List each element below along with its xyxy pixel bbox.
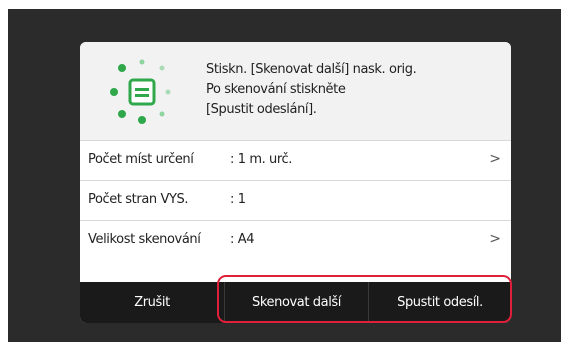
setting-label: Počet stran VYS. xyxy=(88,192,189,207)
chevron-right-icon: > xyxy=(489,151,501,167)
message-panel: Stiskn. [Skenovat další] nask. orig. Po … xyxy=(80,42,511,140)
instruction-line-2: Po skenování stiskněte xyxy=(206,82,346,97)
setting-row-scan-size[interactable]: Velikost skenování : A4 > xyxy=(80,220,511,260)
setting-value: : 1 xyxy=(230,192,246,207)
setting-value: : 1 m. urč. xyxy=(230,152,293,167)
chevron-right-icon: > xyxy=(489,231,501,247)
highlight-outline xyxy=(217,275,512,323)
setting-label: Velikost skenování xyxy=(88,232,201,247)
setting-row-destinations[interactable]: Počet míst určení : 1 m. urč. > xyxy=(80,140,511,180)
setting-value: : A4 xyxy=(230,232,255,247)
setting-label: Počet míst určení xyxy=(88,152,194,167)
instruction-line-1: Stiskn. [Skenovat další] nask. orig. xyxy=(206,62,417,77)
cancel-button[interactable]: Zrušit xyxy=(80,282,224,323)
setting-row-output-pages: Počet stran VYS. : 1 xyxy=(80,180,511,220)
scanning-progress-icon xyxy=(110,59,171,124)
instruction-text: Stiskn. [Skenovat další] nask. orig. Po … xyxy=(206,60,417,120)
instruction-line-3: [Spustit odeslání]. xyxy=(206,102,317,117)
